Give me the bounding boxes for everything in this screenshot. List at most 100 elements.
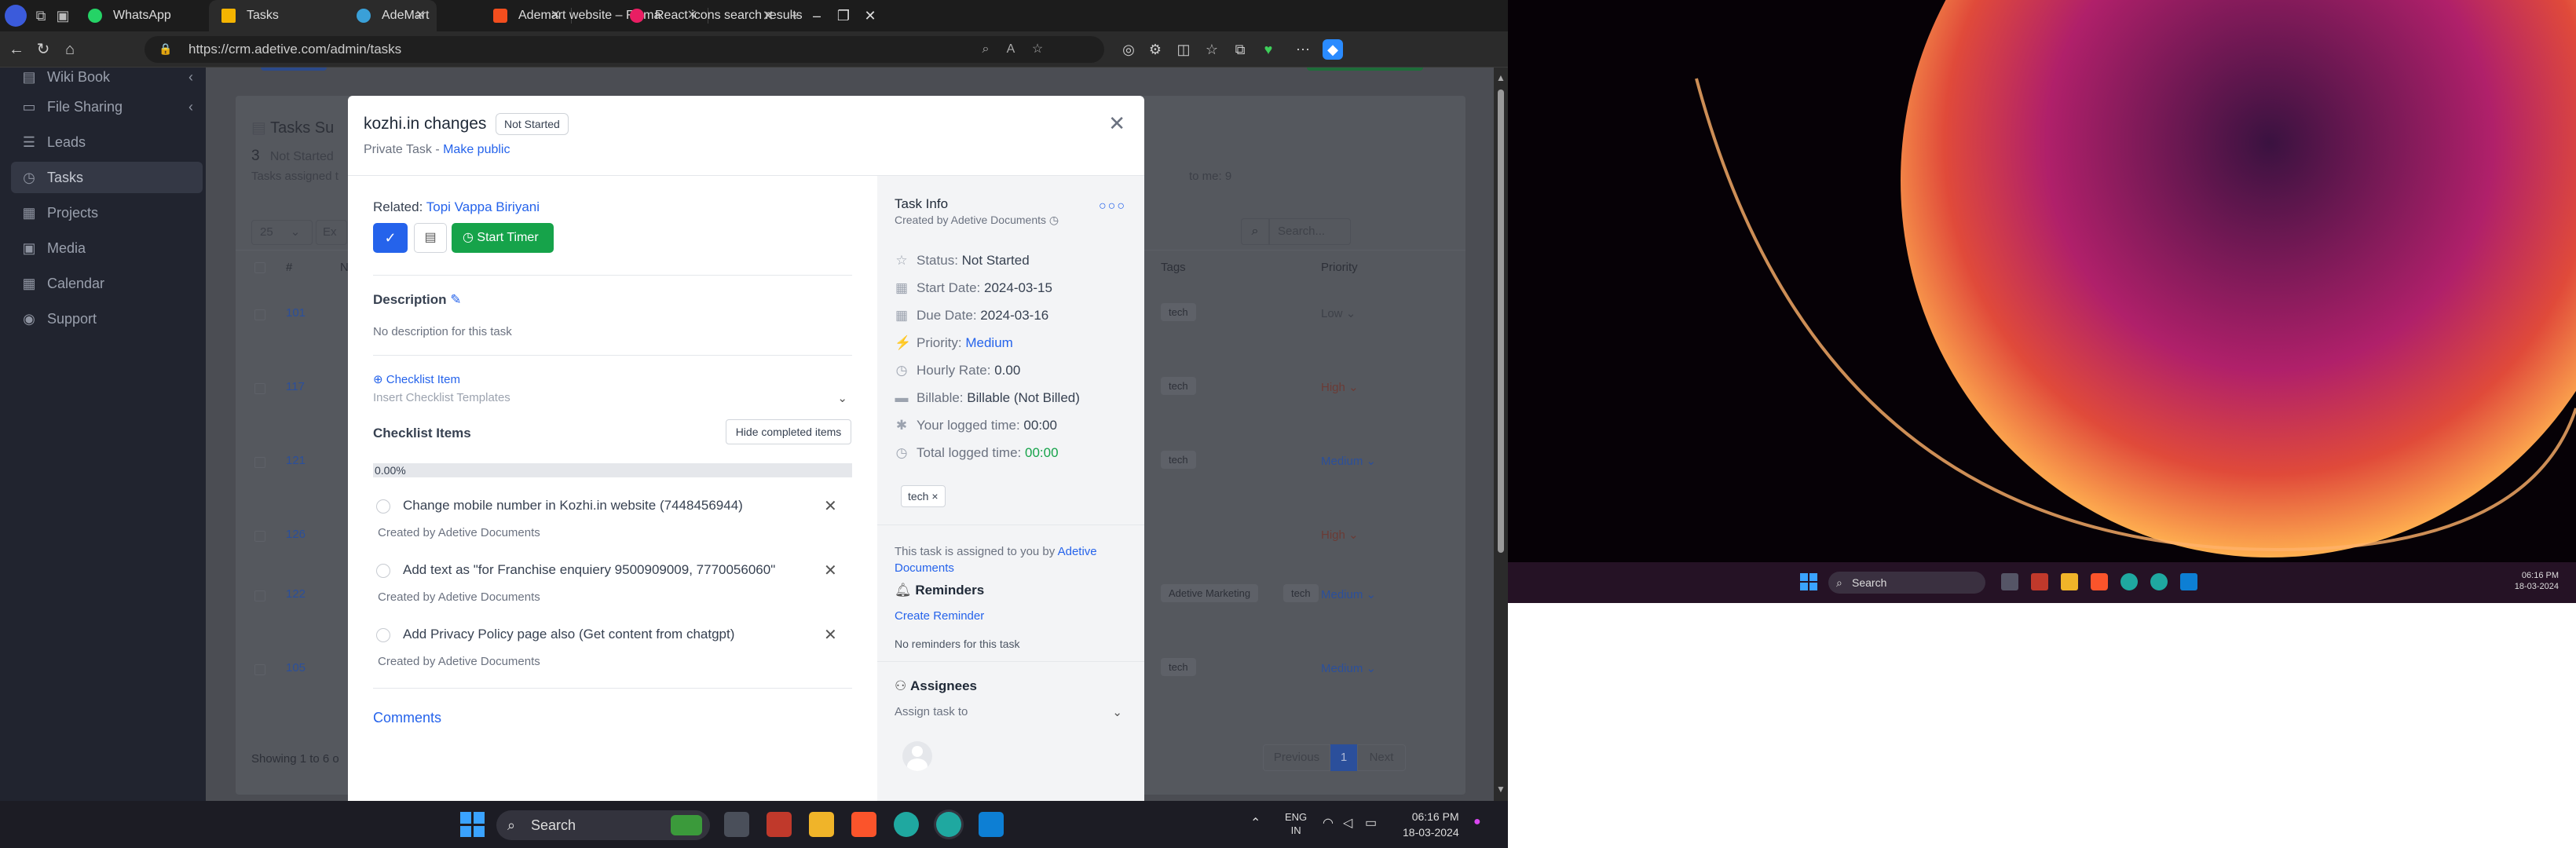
start-icon[interactable] bbox=[460, 812, 485, 837]
workspaces-icon[interactable]: ⧉ bbox=[31, 6, 50, 25]
puzzle-icon[interactable]: ⚙ bbox=[1145, 39, 1165, 60]
clock[interactable]: 06:16 PM 18-03-2024 bbox=[1403, 809, 1459, 840]
checklist-item-text[interactable]: Change mobile number in Kozhi.in website… bbox=[403, 498, 743, 514]
task-id[interactable]: 105 bbox=[286, 661, 306, 674]
sidebar-item-calendar[interactable]: ▦ Calendar bbox=[11, 268, 203, 299]
filezilla-icon[interactable] bbox=[2031, 573, 2048, 590]
copy-task-button[interactable]: ▤ bbox=[414, 223, 447, 253]
checklist-item-text[interactable]: Add text as "for Franchise enquiery 9500… bbox=[403, 562, 775, 578]
row-checkbox[interactable] bbox=[254, 531, 265, 542]
brave-icon[interactable] bbox=[2091, 573, 2108, 590]
sidebar-item-file-sharing[interactable]: ▭ File Sharing ‹ bbox=[11, 91, 203, 122]
export-button[interactable]: Ex bbox=[316, 220, 347, 245]
favorite-star-icon[interactable]: ☆ bbox=[1029, 41, 1046, 58]
filezilla-icon[interactable] bbox=[767, 812, 792, 837]
priority-dropdown[interactable]: Medium ⌄ bbox=[1321, 587, 1376, 601]
priority-dropdown[interactable]: Low ⌄ bbox=[1321, 306, 1356, 320]
health-icon[interactable]: ♥ bbox=[1258, 39, 1279, 60]
sidebar-item-leads[interactable]: ☰ Leads bbox=[11, 126, 203, 158]
task-id[interactable]: 101 bbox=[286, 306, 306, 320]
close-tab-icon[interactable]: ✕ bbox=[759, 6, 778, 25]
sidebar-item-support[interactable]: ◉ Support bbox=[11, 303, 203, 334]
delete-item-icon[interactable]: ✕ bbox=[824, 561, 837, 580]
tray-chevron-icon[interactable]: ⌃ bbox=[1250, 815, 1261, 831]
desktop-clock[interactable]: 06:16 PM 18-03-2024 bbox=[2515, 570, 2559, 592]
assigned-by-link[interactable]: Adetive bbox=[1058, 545, 1097, 558]
assignee-avatar[interactable] bbox=[902, 741, 932, 771]
read-aloud-icon[interactable]: A bbox=[1002, 41, 1019, 58]
checklist-templates-select[interactable]: Insert Checklist Templates ⌄ bbox=[373, 391, 852, 405]
vscode-icon[interactable] bbox=[2180, 573, 2197, 590]
sidebar-item-projects[interactable]: ▦ Projects bbox=[11, 197, 203, 228]
battery-icon[interactable]: ▭ bbox=[1365, 815, 1377, 831]
checklist-item-text[interactable]: Add Privacy Policy page also (Get conten… bbox=[403, 627, 734, 642]
brave-icon[interactable] bbox=[851, 812, 876, 837]
file-explorer-icon[interactable] bbox=[809, 812, 834, 837]
task-view-icon[interactable] bbox=[2001, 573, 2018, 590]
comments-link[interactable]: Comments bbox=[373, 710, 441, 726]
priority-dropdown[interactable]: Medium ⌄ bbox=[1321, 661, 1376, 675]
taskbar-search[interactable]: ⌕ Search bbox=[496, 810, 710, 840]
volume-icon[interactable]: ◁ bbox=[1343, 815, 1352, 831]
new-task-button[interactable] bbox=[261, 68, 327, 71]
delete-item-icon[interactable]: ✕ bbox=[824, 625, 837, 645]
task-id[interactable]: 121 bbox=[286, 454, 306, 467]
row-checkbox[interactable] bbox=[254, 590, 265, 601]
profile-avatar[interactable] bbox=[5, 5, 27, 27]
assign-task-select[interactable]: Assign task to ⌄ bbox=[895, 705, 1122, 719]
sidebar-item-media[interactable]: ▣ Media bbox=[11, 232, 203, 264]
row-checkbox[interactable] bbox=[254, 664, 265, 675]
copilot-icon[interactable]: ◆ bbox=[1323, 39, 1343, 60]
favorites-icon[interactable]: ☆ bbox=[1202, 39, 1222, 60]
task-id[interactable]: 126 bbox=[286, 528, 306, 541]
pagination-previous[interactable]: Previous bbox=[1263, 744, 1330, 771]
checklist-item-link[interactable]: ⊕ Checklist Item bbox=[373, 372, 460, 386]
refresh-icon[interactable]: ↻ bbox=[33, 39, 53, 60]
remove-tag-icon[interactable]: × bbox=[931, 490, 938, 503]
task-id[interactable]: 117 bbox=[286, 380, 305, 393]
due-date-value[interactable]: 2024-03-16 bbox=[980, 308, 1048, 323]
back-arrow-icon[interactable]: ← bbox=[6, 39, 27, 60]
scroll-thumb[interactable] bbox=[1498, 90, 1504, 553]
language-indicator[interactable]: ENG IN bbox=[1285, 810, 1307, 837]
scroll-up-icon[interactable]: ▲ bbox=[1496, 72, 1506, 83]
scroll-down-icon[interactable]: ▼ bbox=[1496, 784, 1506, 795]
priority-dropdown[interactable]: Medium ⌄ bbox=[1321, 454, 1376, 468]
task-view-icon[interactable] bbox=[724, 812, 749, 837]
priority-dropdown[interactable]: High ⌄ bbox=[1321, 528, 1359, 542]
per-page-select[interactable]: 25 ⌄ bbox=[251, 220, 313, 245]
collections-icon[interactable]: ⧉ bbox=[1230, 39, 1250, 60]
task-id[interactable]: 122 bbox=[286, 587, 306, 601]
create-reminder-link[interactable]: Create Reminder bbox=[895, 609, 984, 623]
row-checkbox[interactable] bbox=[254, 309, 265, 320]
row-checkbox[interactable] bbox=[254, 383, 265, 394]
pagination-page-1[interactable]: 1 bbox=[1330, 744, 1357, 771]
extension-icon[interactable]: ◎ bbox=[1118, 39, 1139, 60]
edge-icon[interactable] bbox=[894, 812, 919, 837]
wifi-icon[interactable]: ◠ bbox=[1323, 815, 1334, 831]
vscode-icon[interactable] bbox=[979, 812, 1004, 837]
related-link[interactable]: Topi Vappa Biriyani bbox=[426, 199, 540, 214]
mark-complete-button[interactable]: ✓ bbox=[373, 223, 408, 253]
hide-completed-button[interactable]: Hide completed items bbox=[726, 419, 851, 444]
edge-active-icon[interactable] bbox=[936, 812, 961, 837]
make-public-link[interactable]: Make public bbox=[443, 143, 510, 156]
desktop-search-box[interactable]: ⌕ Search bbox=[1828, 572, 1985, 594]
priority-value[interactable]: Medium bbox=[965, 335, 1012, 350]
sidebar-item-wiki-book[interactable]: ▤ Wiki Book ‹ bbox=[11, 68, 203, 93]
start-icon[interactable] bbox=[1800, 573, 1817, 590]
address-bar[interactable]: 🔒 https://crm.adetive.com/admin/tasks ⌕ … bbox=[145, 36, 1104, 63]
select-all-checkbox[interactable] bbox=[254, 262, 265, 273]
file-explorer-icon[interactable] bbox=[2061, 573, 2078, 590]
search-icon[interactable]: ⌕ bbox=[1241, 218, 1269, 245]
close-window-button[interactable]: ✕ bbox=[847, 0, 894, 31]
close-icon[interactable]: ✕ bbox=[1108, 111, 1125, 136]
checklist-checkbox[interactable] bbox=[376, 499, 390, 514]
home-icon[interactable]: ⌂ bbox=[60, 39, 80, 60]
url-text[interactable]: https://crm.adetive.com/admin/tasks bbox=[188, 36, 401, 63]
notification-bell-icon[interactable]: ● bbox=[1473, 815, 1481, 829]
tab-react-icons[interactable]: React icons search results bbox=[617, 0, 803, 31]
green-action-button[interactable] bbox=[1307, 68, 1423, 71]
zoom-icon[interactable]: ⌕ bbox=[977, 41, 994, 58]
edge-icon[interactable] bbox=[2150, 573, 2168, 590]
